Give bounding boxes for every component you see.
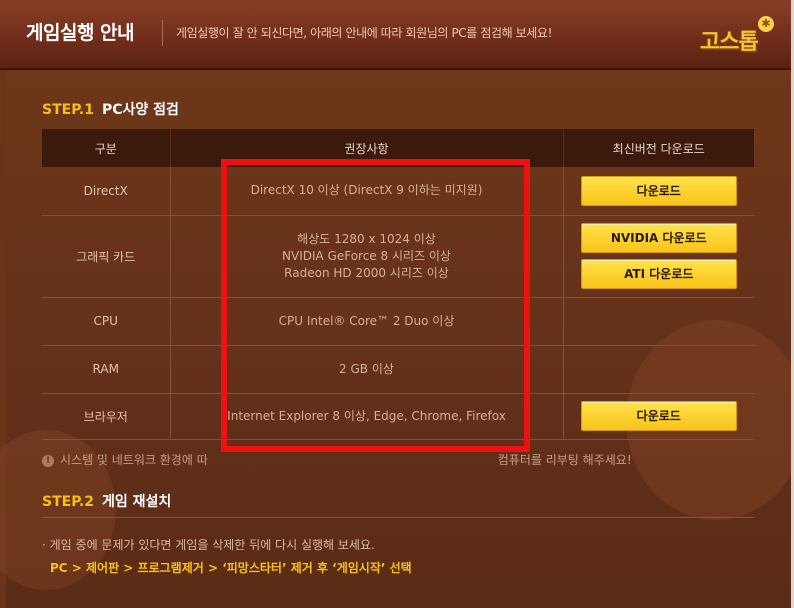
directx-download-button[interactable]: 다운로드 — [580, 175, 737, 206]
step1-number: STEP.1 — [42, 102, 94, 118]
uninstall-path: PC > 제어판 > 프로그램제거 > ‘피망스타터’ 제거 후 ‘게임시작’ … — [50, 561, 412, 575]
info-icon: ! — [42, 454, 54, 467]
column-header-category: 구분 — [42, 129, 171, 167]
page-description: 게임실행이 잘 안 되신다면, 아래의 안내에 따라 회원님의 PC를 점검해 … — [176, 26, 552, 40]
row-download-cell — [563, 297, 754, 346]
step1-title: PC사양 점검 — [101, 102, 179, 118]
network-notice: ! 시스템 및 네트워크 환경에 따 컴퓨터를 리부팅 해주세요! — [42, 451, 632, 468]
notice-text-end: 컴퓨터를 리부팅 해주세요! — [497, 453, 632, 467]
step2-number: STEP.2 — [42, 494, 94, 510]
row-label: 그래픽 카드 — [42, 215, 171, 298]
gostop-logo: 고스톱 ✱ — [696, 10, 778, 58]
step1-heading: STEP.1 PC사양 점검 — [42, 99, 179, 119]
row-label: 브라우저 — [42, 393, 171, 440]
button-stack: NVIDIA 다운로드 ATI 다운로드 — [564, 223, 755, 289]
row-download-cell: 다운로드 — [563, 167, 754, 216]
notice-text-start: 시스템 및 네트워크 환경에 따 — [60, 453, 208, 467]
section-divider — [42, 517, 754, 518]
row-download-cell — [563, 345, 754, 394]
logo-star-icon: ✱ — [758, 16, 774, 32]
step2-description: · 게임 중에 문제가 있다면 게임을 삭제한 뒤에 다시 실행해 보세요. — [42, 538, 375, 552]
row-download-cell: NVIDIA 다운로드 ATI 다운로드 — [563, 215, 755, 298]
page-header: 게임실행 안내 게임실행이 잘 안 되신다면, 아래의 안내에 따라 회원님의 … — [0, 0, 794, 70]
title-separator — [162, 20, 163, 46]
logo-text: 고스톱 — [700, 30, 759, 55]
browser-download-button[interactable]: 다운로드 — [580, 401, 737, 431]
row-label: RAM — [42, 345, 171, 394]
row-label: CPU — [42, 297, 171, 346]
nvidia-download-button[interactable]: NVIDIA 다운로드 — [580, 223, 737, 253]
row-download-cell: 다운로드 — [563, 393, 754, 440]
step2-title: 게임 재설치 — [101, 494, 172, 510]
row-label: DirectX — [42, 167, 171, 216]
column-header-download: 최신버전 다운로드 — [563, 129, 754, 167]
ati-download-button[interactable]: ATI 다운로드 — [580, 259, 737, 289]
page-title: 게임실행 안내 — [26, 22, 135, 44]
step2-heading: STEP.2 게임 재설치 — [42, 491, 171, 511]
highlight-box — [221, 159, 530, 452]
